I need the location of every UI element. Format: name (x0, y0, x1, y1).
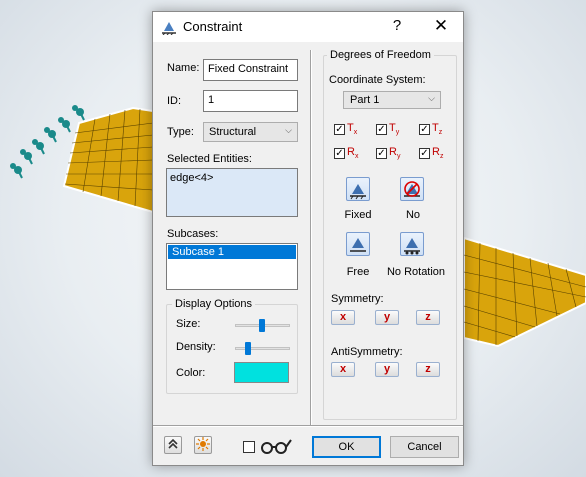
color-swatch[interactable] (234, 362, 289, 383)
no-caption: No (405, 209, 421, 221)
no-preset-button[interactable] (400, 177, 424, 201)
symmetry-label: Symmetry: (331, 293, 384, 305)
antisymmetry-label: AntiSymmetry: (331, 346, 403, 358)
ty-checkbox[interactable]: ✓ (376, 124, 387, 135)
free-preset-button[interactable] (346, 232, 370, 256)
ok-button[interactable]: OK (312, 436, 381, 458)
dialog-title: Constraint (183, 19, 243, 34)
tx-label: Tx (347, 122, 358, 137)
close-button[interactable]: ✕ (428, 16, 454, 38)
chevron-down-icon: ⌵ (285, 125, 292, 135)
constraint-icon (161, 19, 177, 38)
selected-entities-box[interactable]: edge<4> (166, 168, 298, 217)
antisymmetry-z-button[interactable]: z (416, 362, 440, 377)
ry-label: Ry (389, 146, 401, 161)
color-label: Color: (176, 367, 206, 379)
no-constraint-icon (404, 181, 420, 197)
rz-checkbox[interactable]: ✓ (419, 148, 430, 159)
preview-checkbox[interactable] (243, 441, 255, 453)
size-slider-thumb[interactable] (258, 319, 265, 332)
density-slider[interactable] (235, 347, 290, 350)
double-chevron-up-icon (168, 438, 178, 449)
tx-checkbox[interactable]: ✓ (334, 124, 345, 135)
column-divider (310, 50, 312, 425)
rx-label: Rx (347, 146, 359, 161)
fixed-icon (350, 184, 366, 200)
tz-label: Tz (432, 122, 443, 137)
coordinate-system-label: Coordinate System: (329, 74, 426, 86)
density-label: Density: (176, 341, 216, 353)
cancel-button[interactable]: Cancel (390, 436, 459, 458)
density-slider-thumb[interactable] (244, 342, 251, 355)
subcases-list[interactable]: Subcase 1 (166, 243, 298, 290)
rz-label: Rz (432, 146, 444, 161)
name-field[interactable]: Fixed Constraint (203, 59, 298, 81)
size-label: Size: (176, 318, 201, 330)
ry-checkbox[interactable]: ✓ (376, 148, 387, 159)
free-icon (350, 238, 366, 252)
footer-divider (153, 425, 463, 427)
tz-checkbox[interactable]: ✓ (419, 124, 430, 135)
chevron-down-icon: ⌵ (428, 93, 435, 103)
highlight-button[interactable] (194, 436, 212, 454)
no-rotation-preset-button[interactable] (400, 232, 424, 256)
display-options-title: Display Options (172, 298, 256, 310)
glasses-icon (260, 437, 292, 458)
no-rotation-icon (404, 238, 420, 255)
no-rotation-caption: No Rotation (386, 266, 446, 278)
name-label: Name: (167, 62, 200, 74)
id-field[interactable]: 1 (203, 90, 298, 112)
rx-checkbox[interactable]: ✓ (334, 148, 345, 159)
plate-mesh-right (463, 236, 586, 348)
antisymmetry-y-button[interactable]: y (375, 362, 399, 377)
subcase-item[interactable]: Subcase 1 (168, 245, 296, 259)
symmetry-y-button[interactable]: y (375, 310, 399, 325)
symmetry-z-button[interactable]: z (416, 310, 440, 325)
type-label: Type: (167, 126, 194, 138)
coordinate-system-select[interactable]: Part 1 ⌵ (343, 91, 441, 109)
selected-entities-label: Selected Entities: (167, 153, 252, 165)
coordinate-system-value: Part 1 (350, 94, 380, 106)
fixed-preset-button[interactable] (346, 177, 370, 201)
help-button[interactable]: ? (385, 17, 409, 37)
free-caption: Free (346, 266, 370, 278)
burst-icon (196, 437, 210, 451)
id-label: ID: (167, 95, 182, 107)
type-select[interactable]: Structural ⌵ (203, 122, 298, 142)
title-bar[interactable]: Constraint ? ✕ (153, 12, 463, 42)
subcases-label: Subcases: (167, 228, 219, 240)
ty-label: Ty (389, 122, 400, 137)
plate-mesh-left (62, 106, 154, 214)
fixed-caption: Fixed (344, 209, 372, 221)
dof-title: Degrees of Freedom (327, 49, 434, 61)
symmetry-x-button[interactable]: x (331, 310, 355, 325)
collapse-button[interactable] (164, 436, 182, 454)
type-value: Structural (209, 126, 257, 138)
antisymmetry-x-button[interactable]: x (331, 362, 355, 377)
constraint-dialog: Constraint ? ✕ Name: Fixed Constraint ID… (152, 11, 464, 466)
